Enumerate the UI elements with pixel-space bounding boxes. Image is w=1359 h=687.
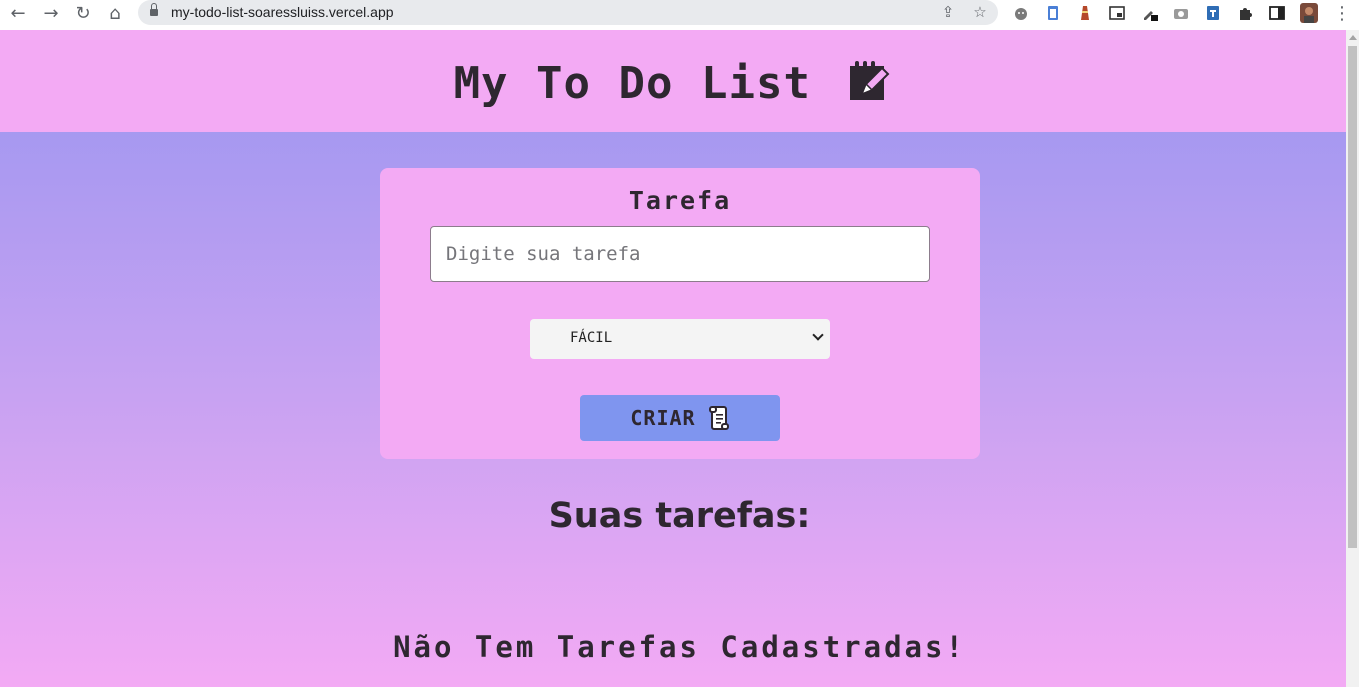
page-title: My To Do List — [0, 58, 1346, 109]
extension-pip-icon[interactable] — [1107, 3, 1127, 23]
extension-eyedropper-icon[interactable] — [1140, 3, 1160, 23]
extension-translate-icon[interactable] — [1203, 3, 1223, 23]
extension-camera-icon[interactable] — [1171, 3, 1191, 23]
extension-lighthouse-icon[interactable] — [1075, 3, 1095, 23]
scrollbar-thumb[interactable] — [1348, 46, 1357, 548]
page: My To Do List Tarefa FÁCIL CRIAR — [0, 30, 1346, 687]
share-icon[interactable]: ⇪ — [938, 3, 958, 23]
scroll-icon — [708, 405, 730, 431]
difficulty-select[interactable]: FÁCIL — [530, 319, 830, 359]
profile-avatar[interactable] — [1299, 3, 1319, 23]
lock-icon[interactable] — [150, 3, 158, 17]
address-bar[interactable]: my-todo-list-soaressluiss.vercel.app ⇪ ☆ — [138, 0, 998, 25]
memo-icon — [848, 60, 892, 100]
home-icon[interactable]: ⌂ — [102, 2, 128, 24]
page-scrollbar[interactable] — [1346, 30, 1359, 687]
reload-icon[interactable]: ↻ — [70, 2, 96, 24]
header: My To Do List — [0, 30, 1346, 132]
scroll-up-arrow-icon[interactable] — [1349, 35, 1357, 40]
task-input[interactable] — [430, 226, 930, 282]
bookmark-star-icon[interactable]: ☆ — [970, 3, 990, 23]
chevron-down-icon — [812, 329, 824, 341]
forward-icon[interactable]: → — [38, 2, 64, 24]
create-button[interactable]: CRIAR — [580, 395, 780, 441]
side-panel-icon[interactable] — [1267, 3, 1287, 23]
title-text: My To Do List — [453, 58, 811, 109]
browser-toolbar: ← → ↻ ⌂ my-todo-list-soaressluiss.vercel… — [0, 0, 1359, 30]
menu-kebab-icon[interactable]: ⋮ — [1329, 2, 1355, 24]
tasks-heading: Suas tarefas: — [548, 496, 811, 536]
task-form-card: Tarefa FÁCIL CRIAR — [380, 168, 980, 459]
url-text[interactable]: my-todo-list-soaressluiss.vercel.app — [171, 4, 394, 20]
extensions-puzzle-icon[interactable] — [1235, 3, 1255, 23]
create-button-label: CRIAR — [630, 406, 696, 430]
empty-tasks-message: Não Tem Tarefas Cadastradas! — [393, 630, 966, 664]
difficulty-selected-value: FÁCIL — [570, 330, 613, 346]
extension-clipboard-icon[interactable] — [1043, 3, 1063, 23]
extension-cat-icon[interactable] — [1011, 3, 1031, 23]
task-label: Tarefa — [628, 186, 732, 215]
back-icon[interactable]: ← — [5, 2, 31, 24]
